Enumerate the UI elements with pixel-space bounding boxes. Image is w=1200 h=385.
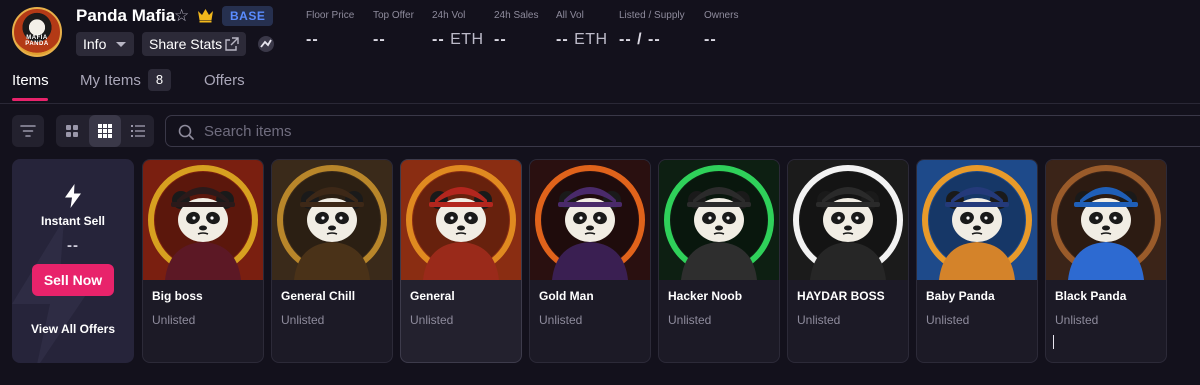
nft-status: Unlisted <box>281 313 325 327</box>
stat-owners: Owners -- <box>704 10 738 49</box>
nft-card-general[interactable]: General Unlisted <box>400 159 522 363</box>
bolt-icon <box>65 184 81 208</box>
search-input[interactable] <box>204 116 1104 146</box>
stat-label: 24h Vol <box>432 10 466 21</box>
nft-name: Baby Panda <box>926 289 995 303</box>
text-cursor <box>1053 335 1054 349</box>
info-label: Info <box>83 36 107 52</box>
nft-status: Unlisted <box>668 313 712 327</box>
nft-status: Unlisted <box>410 313 454 327</box>
nft-name: Black Panda <box>1055 289 1127 303</box>
nft-status: Unlisted <box>926 313 970 327</box>
nft-status: Unlisted <box>797 313 841 327</box>
search-box <box>165 115 1200 147</box>
nft-card-big-boss[interactable]: Big boss Unlisted <box>142 159 264 363</box>
tab-items[interactable]: Items <box>12 72 49 89</box>
view-all-offers-link[interactable]: View All Offers <box>12 322 134 336</box>
logo-text: MAFIA PANDA <box>25 35 49 47</box>
stat-value: -- ETH <box>556 31 608 48</box>
instant-sell-value: -- <box>67 237 79 254</box>
nft-image <box>143 160 263 280</box>
grid-small-icon <box>98 124 112 138</box>
stat-value: -- / -- <box>619 31 661 48</box>
stat-label: Listed / Supply <box>619 10 685 21</box>
nft-name: Hacker Noob <box>668 289 743 303</box>
nft-name: Big boss <box>152 289 203 303</box>
stat-24h-sales: 24h Sales -- <box>494 10 538 49</box>
sell-now-button[interactable]: Sell Now <box>32 264 114 296</box>
stats-chart-icon[interactable] <box>257 35 275 53</box>
list-icon <box>131 125 145 137</box>
stat-24h-vol: 24h Vol -- ETH <box>432 10 484 49</box>
stat-value: -- ETH <box>432 31 484 48</box>
nft-card-baby-panda[interactable]: Baby Panda Unlisted <box>916 159 1038 363</box>
share-icon <box>225 37 239 51</box>
nft-card-haydar-boss[interactable]: HAYDAR BOSS Unlisted <box>787 159 909 363</box>
nft-image <box>788 160 908 280</box>
nft-name: General <box>410 289 455 303</box>
grid-large-view-button[interactable] <box>56 115 88 147</box>
tab-bar: Items My Items 8 Offers <box>0 62 1200 104</box>
star-icon[interactable]: ☆ <box>174 6 189 26</box>
stat-label: Owners <box>704 10 739 21</box>
share-stats-label: Share Stats <box>149 36 223 52</box>
info-dropdown-button[interactable]: Info <box>76 32 134 56</box>
nft-card-black-panda[interactable]: Black Panda Unlisted <box>1045 159 1167 363</box>
nft-status: Unlisted <box>1055 313 1099 327</box>
stat-value: -- <box>704 31 717 48</box>
search-icon <box>178 124 194 140</box>
chevron-down-icon <box>116 42 126 47</box>
tab-offers[interactable]: Offers <box>204 72 245 89</box>
filter-button[interactable] <box>12 115 44 147</box>
chain-badge: BASE <box>222 6 274 26</box>
stat-value: -- <box>373 31 386 48</box>
tab-my-items[interactable]: My Items <box>80 72 141 89</box>
stat-label: 24h Sales <box>494 10 539 21</box>
stat-top-offer: Top Offer -- <box>373 10 414 49</box>
nft-card-general-chill[interactable]: General Chill Unlisted <box>271 159 393 363</box>
nft-status: Unlisted <box>539 313 583 327</box>
nft-image <box>659 160 779 280</box>
instant-sell-card: Instant Sell -- Sell Now View All Offers <box>12 159 134 363</box>
grid-large-icon <box>66 125 78 137</box>
stat-label: All Vol <box>556 10 584 21</box>
nft-name: HAYDAR BOSS <box>797 289 885 303</box>
collection-logo[interactable]: MAFIA PANDA <box>12 7 62 57</box>
stat-value: -- <box>306 31 319 48</box>
list-view-button[interactable] <box>122 115 154 147</box>
items-toolbar <box>0 114 1200 148</box>
stat-label: Floor Price <box>306 10 355 21</box>
nft-card-hacker-noob[interactable]: Hacker Noob Unlisted <box>658 159 780 363</box>
filter-icon <box>20 125 36 137</box>
nft-image <box>1046 160 1166 280</box>
nft-image <box>917 160 1037 280</box>
stat-label: Top Offer <box>373 10 414 21</box>
collection-title: Panda Mafia <box>76 6 176 25</box>
stat-value: -- <box>494 31 507 48</box>
stat-all-vol: All Vol -- ETH <box>556 10 608 49</box>
stat-floor-price: Floor Price -- <box>306 10 354 49</box>
crown-icon <box>198 9 213 23</box>
stat-listed-supply: Listed / Supply -- / -- <box>619 10 685 49</box>
grid-small-view-button[interactable] <box>89 115 121 147</box>
view-mode-toggle <box>56 115 154 147</box>
my-items-count-badge: 8 <box>148 69 171 91</box>
nft-name: General Chill <box>281 289 356 303</box>
nft-name: Gold Man <box>539 289 594 303</box>
nft-image <box>530 160 650 280</box>
instant-sell-title: Instant Sell <box>40 214 105 228</box>
nft-status: Unlisted <box>152 313 196 327</box>
share-stats-button[interactable]: Share Stats <box>142 32 246 56</box>
nft-card-gold-man[interactable]: Gold Man Unlisted <box>529 159 651 363</box>
active-tab-indicator <box>12 98 48 101</box>
nft-image <box>272 160 392 280</box>
nft-image <box>401 160 521 280</box>
collection-header: MAFIA PANDA Panda Mafia ☆ BASE Info Shar… <box>0 0 1200 62</box>
